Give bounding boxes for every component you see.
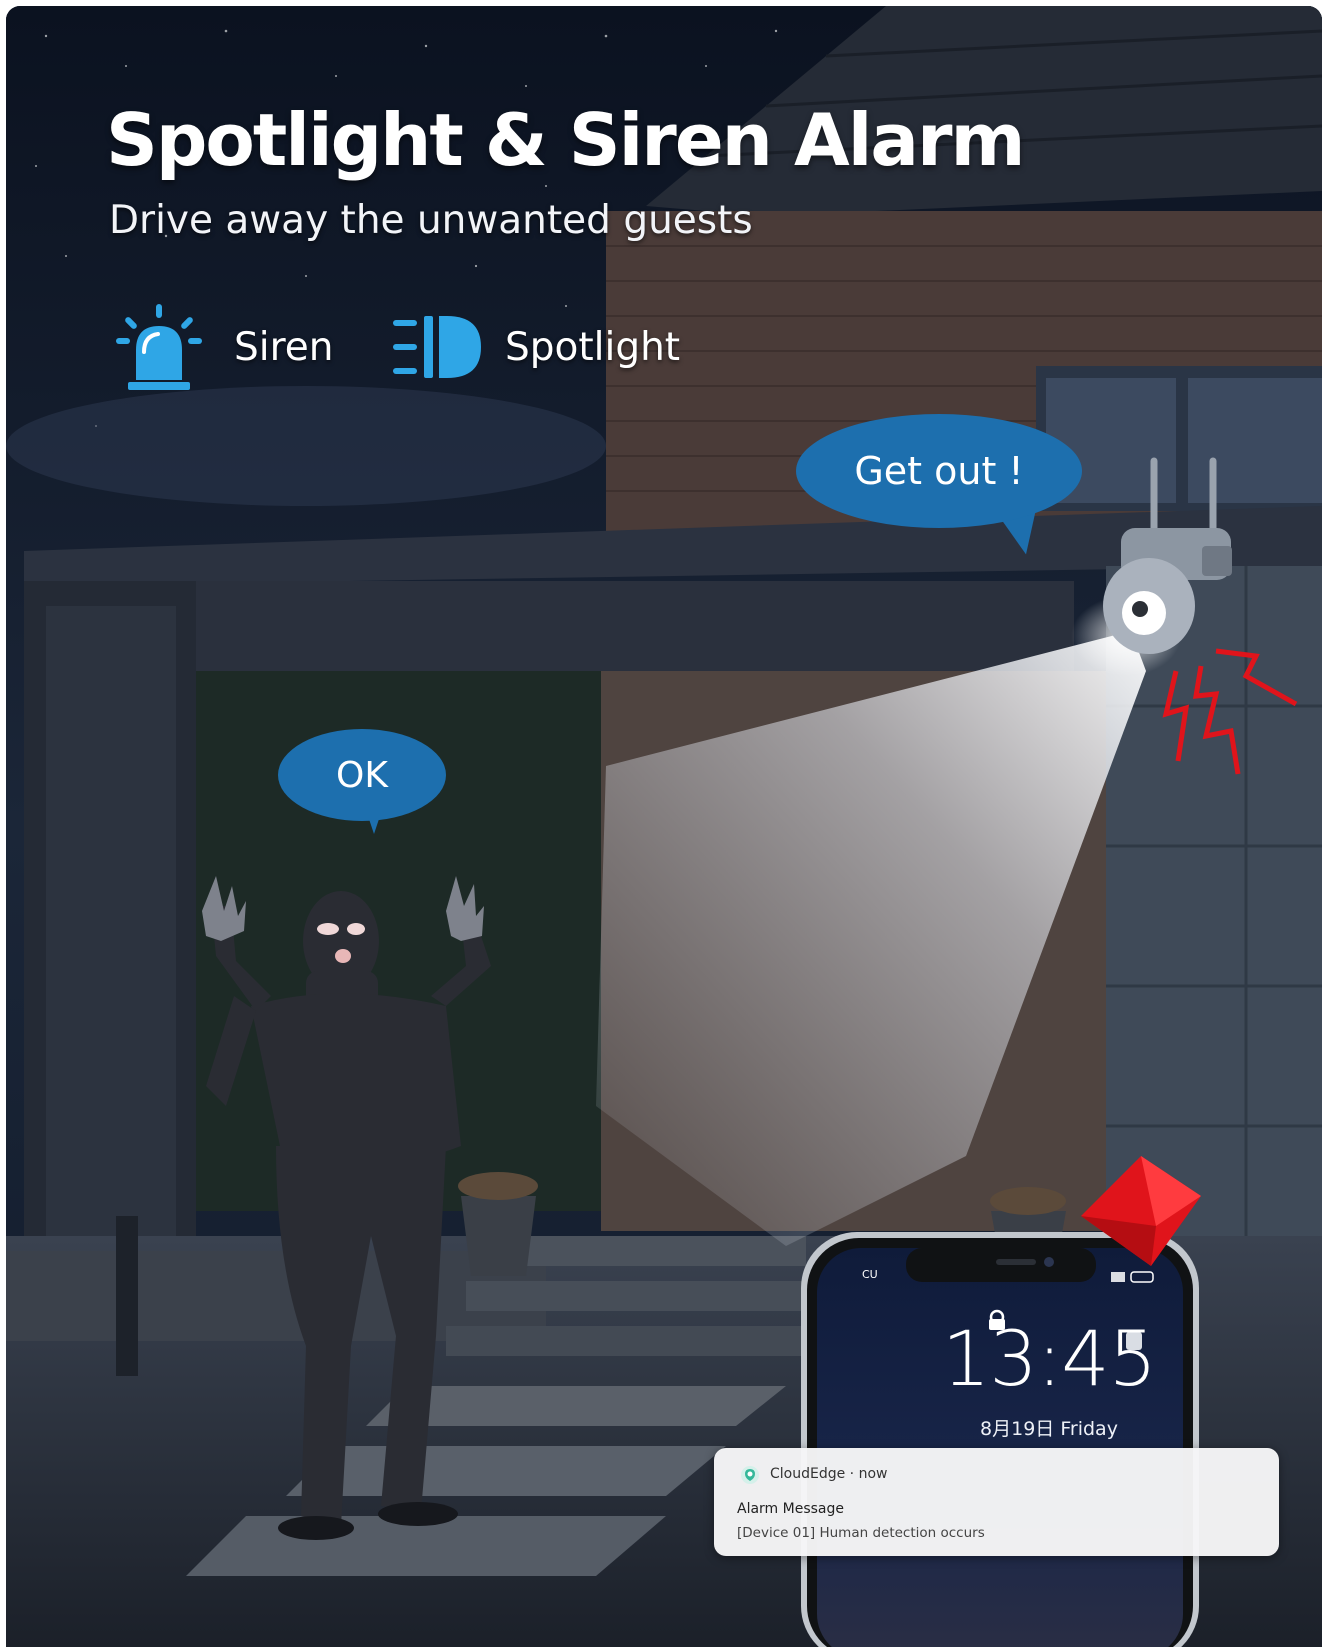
phone-carrier: CU bbox=[862, 1268, 878, 1281]
feature-spotlight-label: Spotlight bbox=[505, 324, 681, 370]
subheadline: Drive away the unwanted guests bbox=[109, 198, 753, 243]
phone-lock-time: 13:45 bbox=[941, 1314, 1157, 1403]
person-speech-bubble: OK bbox=[278, 729, 446, 821]
phone-lock-date: 8月19日 Friday bbox=[980, 1418, 1118, 1440]
camera-speech-bubble: Get out ! bbox=[796, 414, 1082, 528]
notification-card[interactable]: CloudEdge · now Alarm Message [Device 01… bbox=[714, 1448, 1279, 1556]
cloudedge-app-icon bbox=[741, 1466, 759, 1484]
notification-app-name: CloudEdge · now bbox=[770, 1466, 888, 1482]
siren-icon bbox=[116, 304, 202, 390]
spotlight-icon bbox=[393, 316, 481, 378]
notification-body: [Device 01] Human detection occurs bbox=[737, 1525, 985, 1541]
ad-frame: Spotlight & Siren Alarm Drive away the u… bbox=[6, 6, 1322, 1647]
feature-spotlight: Spotlight bbox=[391, 302, 680, 392]
feature-siren: Siren bbox=[114, 302, 333, 392]
feature-siren-label: Siren bbox=[234, 324, 334, 370]
headline: Spotlight & Siren Alarm bbox=[106, 98, 1025, 182]
notification-title: Alarm Message bbox=[737, 1501, 845, 1517]
